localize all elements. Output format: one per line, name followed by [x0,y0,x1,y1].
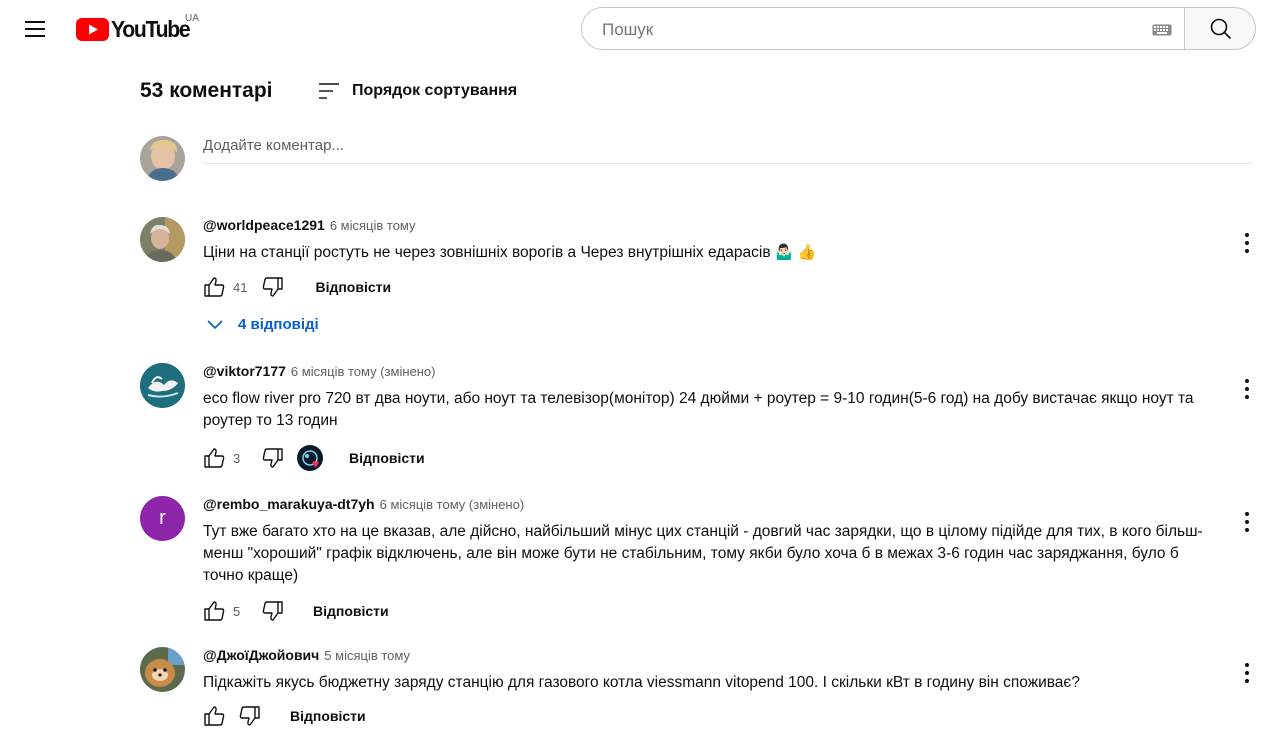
avatar[interactable]: r [140,496,185,541]
keyboard-icon[interactable] [1152,24,1172,36]
creator-heart-badge: ♥ [297,444,327,472]
thumbs-down-icon [262,601,283,621]
comment-actions: 41 Відповісти [200,273,391,301]
avatar[interactable] [140,363,185,408]
like-count: 41 [233,279,248,295]
comment-actions: 5 Відповісти [200,597,389,625]
chevron-down-icon [207,320,223,330]
more-options-icon[interactable] [1235,510,1259,534]
more-options-icon[interactable] [1235,661,1259,685]
sort-label: Порядок сортування [352,82,518,99]
reply-button[interactable]: Відповісти [315,279,391,295]
search-input[interactable] [600,18,1144,42]
comment-time[interactable]: 6 місяців тому (змінено) [291,364,436,379]
comment-author[interactable]: @rembo_marakuya-dt7yh [203,496,375,512]
dislike-button[interactable] [236,702,264,730]
heart-icon: ♥ [312,457,320,471]
emoji: 🤷🏻‍♂️ 👍 [774,244,817,261]
youtube-play-icon [76,17,109,41]
comment-text: Підкажіть якусь бюджетну заряду станцію … [203,674,1080,691]
thumbs-up-icon [204,448,225,468]
thumbs-up-icon [204,277,225,297]
like-count: 3 [233,450,241,466]
thumbs-up-icon [204,601,225,621]
top-bar: YouTube UA [0,0,1271,58]
view-replies-button[interactable]: 4 відповіді [206,313,319,335]
comment-meta: @rembo_marakuya-dt7yh 6 місяців тому (зм… [203,496,524,514]
comment-meta: @ДжоїДжойович 5 місяців тому [203,647,410,665]
search-box [581,7,1184,50]
comment-author[interactable]: @ДжоїДжойович [203,647,319,663]
dislike-button[interactable] [259,597,287,625]
menu-icon[interactable] [22,17,48,41]
thumbs-down-icon [263,277,284,297]
reply-button[interactable]: Відповісти [349,450,425,466]
comment-text: eco flow river pro 720 вт два ноути, або… [203,390,1194,429]
like-count: 5 [233,603,241,619]
like-button[interactable] [200,273,228,301]
thumbs-up-icon [204,706,225,726]
comment-time[interactable]: 5 місяців тому [324,648,410,663]
search-icon [1210,18,1232,40]
more-options-icon[interactable] [1235,231,1259,255]
comment-text: Тут вже багато хто на це вказав, але дій… [203,523,1203,584]
thumbs-down-icon [239,706,260,726]
reply-button[interactable]: Відповісти [290,708,366,724]
add-comment-field[interactable]: Додайте коментар... [203,137,1252,164]
avatar-letter: r [159,507,166,529]
youtube-logo[interactable]: YouTube [76,15,196,42]
more-options-icon[interactable] [1235,377,1259,401]
logo-text: YouTube [111,15,191,42]
comment-actions: 3 ♥ Відповісти [200,444,425,472]
country-code: UA [185,13,199,24]
sort-button[interactable]: Порядок сортування [318,79,517,103]
comment-author[interactable]: @viktor7177 [203,363,286,379]
avatar[interactable] [140,647,185,692]
comment-meta: @viktor7177 6 місяців тому (змінено) [203,363,435,381]
search-button[interactable] [1184,7,1256,50]
comment-time[interactable]: 6 місяців тому [330,218,416,233]
comment-time[interactable]: 6 місяців тому (змінено) [380,497,525,512]
dislike-button[interactable] [259,273,287,301]
replies-label: 4 відповіді [238,315,319,333]
comment-meta: @worldpeace1291 6 місяців тому [203,217,416,235]
like-button[interactable] [200,702,228,730]
my-avatar[interactable] [140,136,185,181]
dislike-button[interactable] [259,444,287,472]
thumbs-down-icon [262,448,283,468]
reply-button[interactable]: Відповісти [313,603,389,619]
like-button[interactable] [200,597,228,625]
comments-count: 53 коментарі [140,79,273,102]
like-button[interactable] [200,444,228,472]
sort-icon [319,83,339,99]
comment-actions: Відповісти [200,702,366,730]
comment-text: Ціни на станції ростуть не через зовнішн… [203,242,1223,264]
comment-text-body: Ціни на станції ростуть не через зовнішн… [203,244,771,261]
comment-author[interactable]: @worldpeace1291 [203,217,325,233]
avatar[interactable] [140,217,185,262]
